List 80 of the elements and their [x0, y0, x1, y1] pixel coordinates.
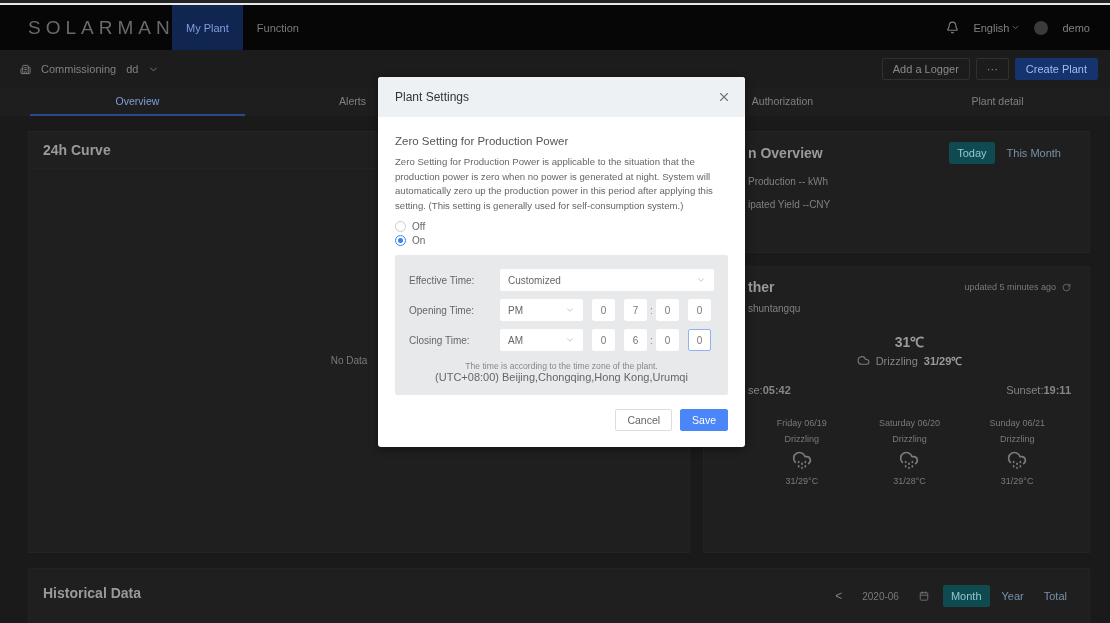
bell-icon[interactable] — [946, 21, 960, 34]
time-separator: : — [649, 334, 654, 346]
cloud-icon — [856, 354, 870, 367]
forecast-day: Sunday 06/21 — [989, 418, 1045, 428]
digit-field[interactable]: 6 — [624, 329, 647, 351]
toolbar-button[interactable]: Add a Logger — [881, 58, 970, 80]
forecast-condition: Drizzling — [999, 434, 1035, 444]
nav-item[interactable]: Function — [242, 5, 313, 50]
period-button[interactable]: Today — [949, 142, 995, 164]
period-button[interactable]: This Month — [998, 142, 1069, 164]
updated-text: updated 5 minutes ago — [964, 282, 1056, 292]
caret-icon — [1011, 23, 1021, 32]
logo-text: SOLARMAN — [28, 16, 175, 39]
field-label: Opening Time: — [409, 304, 476, 316]
forecast-range: 31/29°C — [1000, 476, 1034, 486]
avatar — [1034, 20, 1049, 35]
empty-text: No Data — [330, 355, 368, 366]
select-field[interactable]: PM — [500, 299, 583, 321]
temperature: 31℃ — [894, 333, 925, 351]
forecast-range: 31/28°C — [893, 476, 926, 486]
user-name[interactable]: demo — [1062, 21, 1090, 34]
period-button[interactable]: Total — [1035, 585, 1075, 607]
create-button[interactable]: Create Plant — [1014, 58, 1098, 80]
time-separator: : — [649, 304, 654, 316]
temperature-range: 31/29℃ — [923, 354, 963, 368]
period-button[interactable]: Month — [942, 585, 990, 607]
forecast-condition: Drizzling — [784, 434, 820, 444]
card-title: Historical Data — [43, 585, 142, 601]
building-icon — [20, 63, 31, 75]
tab[interactable]: Plant detail — [890, 88, 1105, 116]
sunset-text: Sunset:19:11 — [1006, 384, 1071, 396]
plant-name[interactable]: dd — [126, 63, 139, 75]
digit-field[interactable]: 0 — [688, 299, 711, 321]
digit-field[interactable]: 0 — [592, 329, 615, 351]
card-title: ther — [748, 279, 775, 295]
select-field[interactable]: AM — [500, 329, 583, 351]
nav-item[interactable]: My Plant — [172, 5, 243, 50]
description-text: Zero Setting for Production Power is applicable to the situation that the production power is zero when no power is generated at night. System will automatically zero up the production power in this period after applying this setting. (This setting is generally used for self-consumption system.) — [395, 155, 714, 213]
stat-text: Production -- kWh — [748, 176, 830, 187]
field-label: Effective Time: — [409, 274, 476, 286]
previous-button[interactable]: < — [829, 588, 849, 604]
timezone-text: (UTC+08:00) Beijing,Chongqing,Hong Kong,Urumqi — [434, 371, 689, 383]
rain-cloud-icon — [791, 450, 812, 470]
caret-icon — [565, 305, 575, 315]
select-field[interactable]: Customized — [500, 269, 714, 291]
cancel-button[interactable]: Cancel — [615, 409, 673, 431]
period-button[interactable]: Year — [993, 585, 1032, 607]
stat-text: ipated Yield --CNY — [748, 199, 832, 210]
digit-field[interactable]: 0 — [656, 329, 679, 351]
language-selector[interactable]: English — [973, 21, 1021, 34]
forecast-day: Saturday 06/20 — [878, 418, 940, 428]
note-text: The time is according to the time zone of the plant. — [464, 361, 659, 371]
digit-field[interactable]: 0 — [688, 329, 711, 351]
field-label: Closing Time: — [409, 334, 471, 346]
section-heading: Zero Setting for Production Power — [395, 135, 570, 147]
plant-status: Commissioning — [41, 63, 117, 75]
tab[interactable]: Overview — [30, 88, 245, 116]
forecast-condition: Drizzling — [892, 434, 927, 444]
dialog-title: Plant Settings — [395, 90, 470, 104]
sunrise-text: se:05:42 — [748, 384, 791, 396]
date-field[interactable]: 2020-06 — [856, 585, 935, 607]
condition-text: Drizzling — [875, 354, 918, 367]
rain-cloud-icon — [1007, 450, 1028, 470]
radio-option[interactable]: On — [395, 233, 728, 247]
location-text: shuntangqu — [748, 303, 802, 314]
refresh-icon[interactable] — [1062, 282, 1071, 292]
radio-option[interactable]: Off — [395, 219, 728, 233]
digit-field[interactable]: 7 — [624, 299, 647, 321]
caret-icon — [696, 275, 706, 285]
save-button[interactable]: Save — [680, 409, 728, 431]
forecast-day: Friday 06/19 — [776, 418, 827, 428]
close-button[interactable] — [717, 90, 731, 104]
toolbar-button[interactable]: ··· — [975, 58, 1009, 80]
card-title: n Overview — [748, 145, 823, 161]
digit-field[interactable]: 0 — [656, 299, 679, 321]
caret-icon — [565, 335, 575, 345]
rain-cloud-icon — [899, 450, 920, 470]
digit-field[interactable]: 0 — [592, 299, 615, 321]
calendar-icon[interactable] — [918, 591, 929, 601]
forecast-range: 31/29°C — [785, 476, 819, 486]
